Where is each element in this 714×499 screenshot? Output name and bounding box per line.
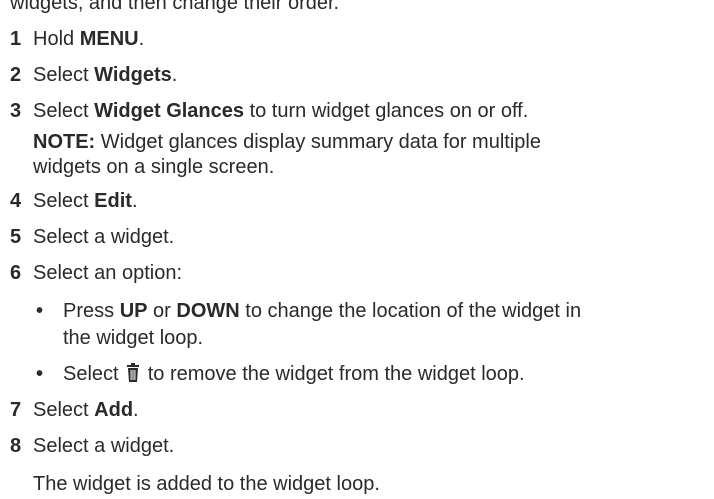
step-1: 1 Hold MENU. <box>0 24 714 54</box>
step-7: 7 Select Add. <box>0 395 714 425</box>
step-number: 7 <box>10 399 22 421</box>
note-continued: widgets on a single screen. <box>0 155 714 180</box>
result-line: The widget is added to the widget loop. <box>0 469 714 499</box>
step-number: 4 <box>10 190 22 212</box>
step-number: 1 <box>10 28 22 50</box>
step-text: Hold <box>33 28 80 50</box>
widget-glances-option-label: Widget Glances <box>94 100 245 122</box>
note-text: widgets on a single screen. <box>33 156 275 178</box>
step-6: 6 Select an option: <box>0 258 714 288</box>
step-8: 8 Select a widget. <box>0 431 714 461</box>
option-bullet-1: • Press UP or DOWN to change the locatio… <box>0 296 714 326</box>
header-fragment: widgets, and then change their order. <box>10 0 340 14</box>
step-text: Select a widget. <box>33 226 175 248</box>
result-text: The widget is added to the widget loop. <box>33 473 380 495</box>
instruction-list: widgets, and then change their order. 1 … <box>0 0 714 499</box>
edit-option-label: Edit <box>94 190 132 212</box>
step-number: 5 <box>10 226 22 248</box>
option-bullet-1-continued: the widget loop. <box>63 327 204 349</box>
up-key-label: UP <box>119 300 148 322</box>
step-3: 3 Select Widget Glances to turn widget g… <box>0 96 714 126</box>
step-number: 2 <box>10 64 22 86</box>
step-number: 6 <box>10 262 22 284</box>
step-5: 5 Select a widget. <box>0 222 714 252</box>
step-text: Select an option: <box>33 262 182 284</box>
option-bullet-2: • Select to remove the widget from the w… <box>0 359 714 389</box>
menu-key-label: MENU <box>79 28 139 50</box>
step-text: Select a widget. <box>33 435 175 457</box>
note: NOTE: Widget glances display summary dat… <box>0 130 714 155</box>
header-fragment-line: widgets, and then change their order. <box>0 0 714 18</box>
step-number: 8 <box>10 435 22 457</box>
step-text: Select <box>33 190 95 212</box>
bullet-icon: • <box>36 300 44 322</box>
add-option-label: Add <box>94 399 134 421</box>
step-text: Select <box>33 100 95 122</box>
widgets-option-label: Widgets <box>94 64 172 86</box>
note-text: Widget glances display summary data for … <box>95 131 541 153</box>
down-key-label: DOWN <box>176 300 240 322</box>
step-4: 4 Select Edit. <box>0 186 714 216</box>
step-text: Select <box>33 64 95 86</box>
step-2: 2 Select Widgets. <box>0 60 714 90</box>
trash-icon <box>127 363 140 382</box>
note-label: NOTE: <box>33 131 96 153</box>
step-text: Select <box>33 399 95 421</box>
bullet-icon: • <box>36 363 44 385</box>
step-number: 3 <box>10 100 22 122</box>
